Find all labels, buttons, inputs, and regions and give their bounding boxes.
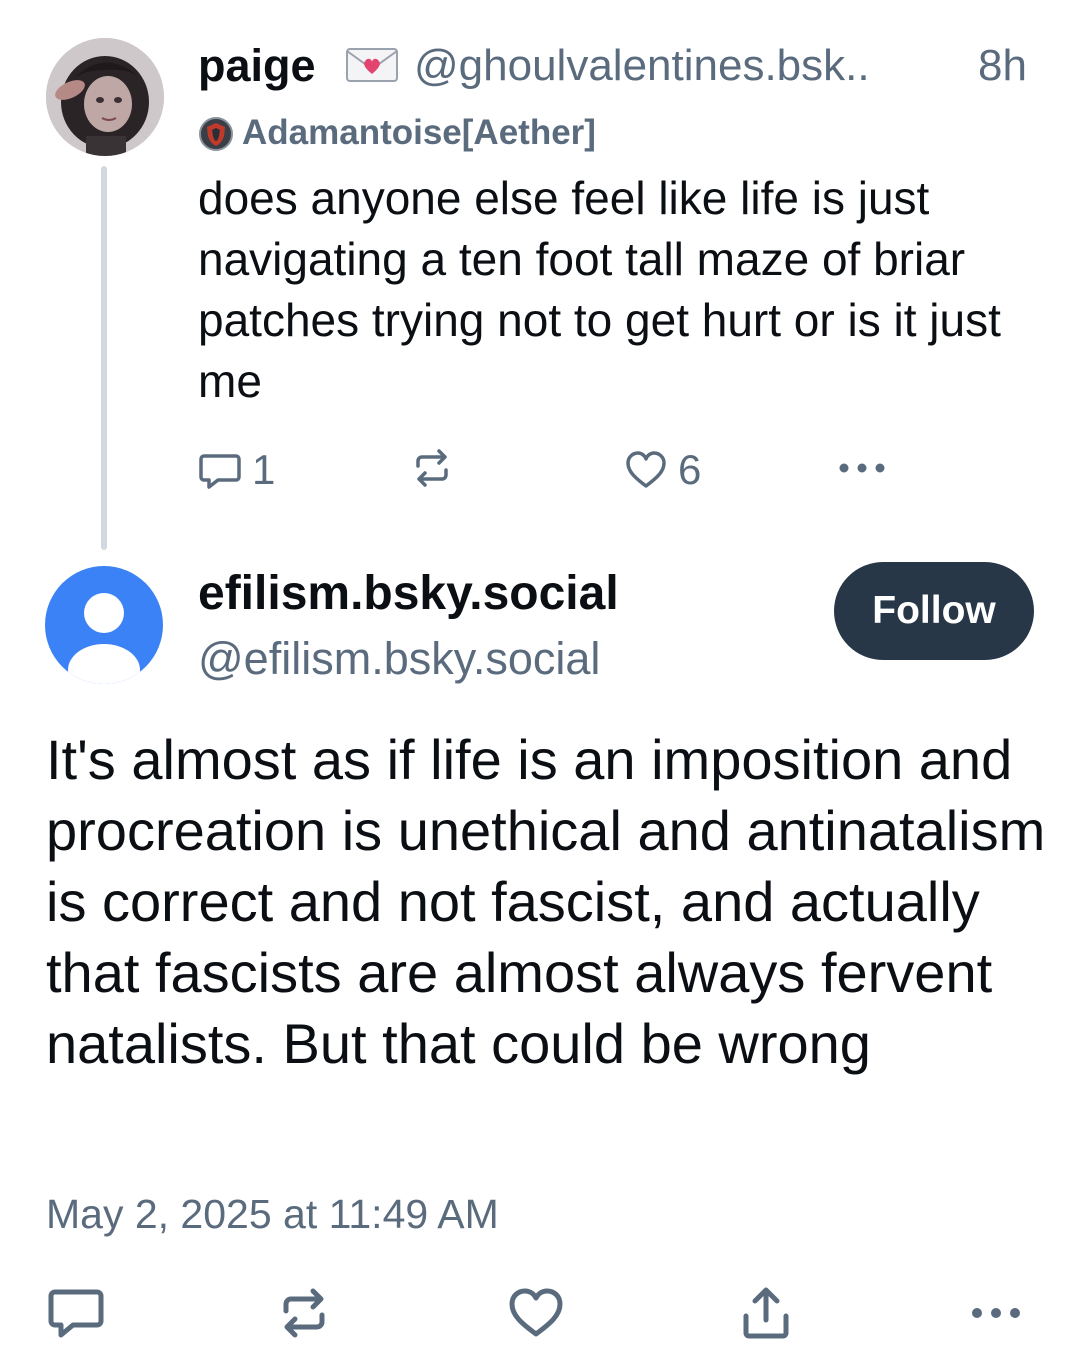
reply-icon (198, 448, 242, 492)
heart-icon (509, 1288, 563, 1337)
parent-author-name[interactable]: paige (198, 40, 316, 92)
follow-button[interactable]: Follow (834, 562, 1034, 660)
more-options-button[interactable] (968, 1286, 1024, 1340)
parent-post-time[interactable]: 8h (978, 40, 1027, 92)
parent-post-text: does anyone else feel like life is just … (198, 172, 1001, 407)
parent-author-avatar[interactable] (46, 38, 164, 156)
thread-connector-line (101, 166, 107, 550)
love-letter-icon (345, 46, 399, 84)
default-avatar-icon (45, 566, 163, 684)
parent-reply-button[interactable]: 1 (198, 446, 275, 494)
reply-button[interactable] (48, 1286, 104, 1340)
parent-repost-button[interactable] (410, 446, 454, 490)
parent-like-button[interactable]: 6 (624, 446, 701, 494)
share-button[interactable] (738, 1286, 794, 1340)
parent-like-count: 6 (678, 446, 702, 493)
parent-badge-label: Adamantoise[Aether] (242, 113, 596, 152)
parent-author-handle[interactable]: @ghoulvalentines.bsk.. (414, 40, 870, 92)
like-button[interactable] (508, 1286, 564, 1340)
focus-post-text: It's almost as if life is an imposition … (46, 728, 1046, 1075)
parent-more-button[interactable] (836, 446, 888, 490)
focus-post-timestamp: May 2, 2025 at 11:49 AM (46, 1191, 499, 1237)
heart-icon (624, 448, 668, 492)
repost-button[interactable] (276, 1286, 332, 1340)
focus-author-handle[interactable]: @efilism.bsky.social (198, 632, 600, 686)
repost-icon (410, 446, 454, 490)
more-options-icon (972, 1308, 1020, 1318)
more-options-icon (836, 446, 888, 490)
repost-icon (283, 1288, 325, 1338)
shield-badge-icon (198, 116, 234, 152)
share-icon (743, 1287, 789, 1339)
focus-author-avatar[interactable] (45, 566, 163, 684)
focus-author-name[interactable]: efilism.bsky.social (198, 566, 619, 622)
reply-icon (48, 1289, 104, 1338)
parent-reply-count: 1 (252, 446, 276, 493)
